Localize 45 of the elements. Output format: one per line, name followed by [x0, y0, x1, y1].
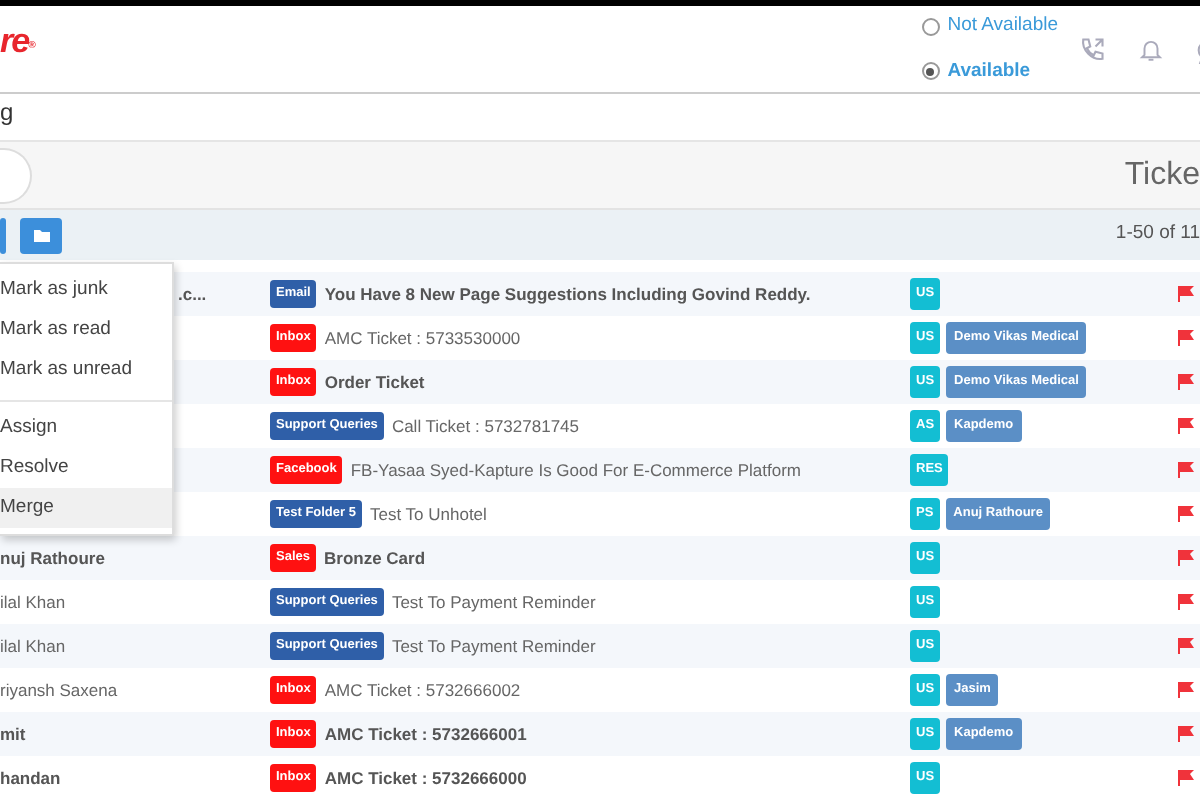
contact-name: mit — [0, 723, 26, 744]
contact-name: ilal Khan — [0, 591, 66, 612]
action-button[interactable] — [0, 217, 6, 253]
flag-icon[interactable] — [1178, 638, 1194, 654]
contact-name: .c... — [178, 283, 207, 304]
flag-icon[interactable] — [1178, 506, 1194, 522]
flag-icon[interactable] — [1178, 374, 1194, 390]
menu-item[interactable]: Mark as read — [0, 310, 172, 350]
contact-name: riyansh Saxena — [0, 679, 118, 700]
flag-icon[interactable] — [1178, 330, 1194, 346]
bell-icon[interactable] — [1138, 35, 1164, 63]
ticket-subject[interactable]: AMC Ticket : 5733530000 — [324, 325, 521, 351]
flag-icon[interactable] — [1178, 418, 1194, 434]
ticket-subject[interactable]: Call Ticket : 5732781745 — [391, 413, 579, 439]
ticket-subject[interactable]: Bronze Card — [324, 545, 426, 571]
ticket-subject[interactable]: Test To Unhotel — [369, 501, 487, 527]
page-title: g — [0, 96, 14, 130]
menu-item[interactable]: Resolve — [0, 448, 172, 488]
ticket-subject[interactable]: Test To Payment Reminder — [391, 589, 596, 615]
ticket-subject[interactable]: You Have 8 New Page Suggestions Including Govind Reddy. — [324, 281, 811, 307]
flag-icon[interactable] — [1178, 682, 1194, 698]
menu-item[interactable]: Merge — [0, 488, 172, 528]
menu-item[interactable]: Mark as unread — [0, 350, 172, 390]
flag-icon[interactable] — [1178, 286, 1194, 302]
ticket-subject[interactable]: FB-Yasaa Syed-Kapture Is Good For E-Commerce Platform — [350, 457, 802, 483]
ticket-subject[interactable]: Order Ticket — [324, 369, 425, 395]
pagination-text: 1-50 of 11 — [1115, 220, 1200, 249]
phone-icon[interactable] — [1078, 35, 1106, 63]
flag-icon[interactable] — [1178, 594, 1194, 610]
contact-name: nuj Rathoure — [0, 547, 105, 568]
ticket-subject[interactable]: AMC Ticket : 5732666000 — [324, 765, 527, 791]
flag-icon[interactable] — [1178, 550, 1194, 566]
flag-icon[interactable] — [1178, 726, 1194, 742]
contact-name: handan — [0, 767, 61, 788]
ticket-subject[interactable]: AMC Ticket : 5732666002 — [324, 677, 521, 703]
tickets-label: Ticke — [1124, 155, 1200, 195]
ticket-subject[interactable]: Test To Payment Reminder — [391, 633, 596, 659]
menu-item[interactable]: Assign — [0, 400, 172, 448]
contact-name: ilal Khan — [0, 635, 66, 656]
ticket-subject[interactable]: AMC Ticket : 5732666001 — [324, 721, 527, 747]
folder-button[interactable] — [20, 217, 62, 253]
flag-icon[interactable] — [1178, 770, 1194, 786]
flag-icon[interactable] — [1178, 462, 1194, 478]
folder-icon — [33, 229, 49, 241]
menu-item[interactable]: Mark as junk — [0, 270, 172, 310]
